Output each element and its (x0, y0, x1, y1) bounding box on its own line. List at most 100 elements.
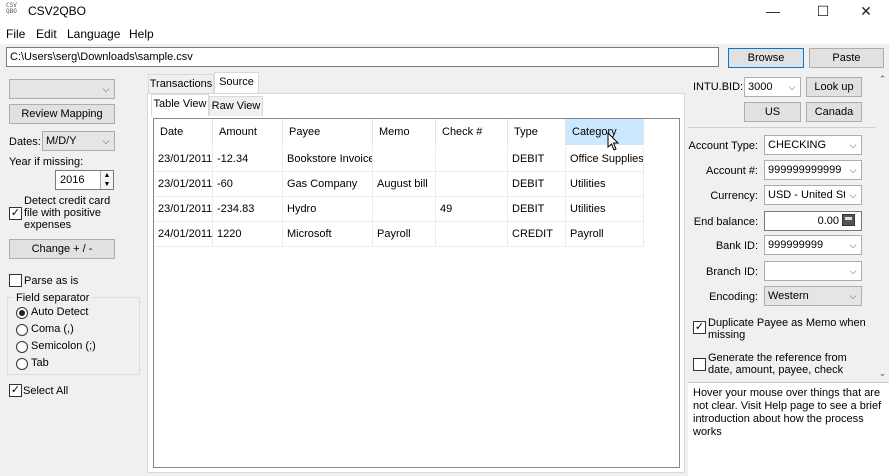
dates-format-select[interactable]: M/D/Y ⌵ (42, 131, 115, 151)
scroll-down-icon[interactable]: ⌄ (876, 368, 889, 380)
cell-type: CREDIT (508, 222, 566, 247)
minimize-icon[interactable]: — (750, 0, 796, 24)
currency-label: Currency: (710, 190, 758, 202)
end-balance-value: 0.00 (817, 215, 839, 227)
cell-date: 23/01/2011 (154, 197, 213, 222)
radio-tab[interactable] (16, 358, 28, 370)
intu-bid-select[interactable]: 3000 ⌵ (744, 77, 801, 97)
transactions-table: Date Amount Payee Memo Check # Type Cate… (153, 118, 680, 468)
radio-semicolon[interactable] (16, 341, 28, 353)
chevron-down-icon: ⌵ (784, 78, 800, 96)
generate-reference-label-1: Generate the reference from (708, 352, 847, 364)
select-all-label: Select All (23, 385, 69, 397)
bank-id-label: Bank ID: (715, 240, 758, 252)
cell-payee: Bookstore Invoice (283, 147, 373, 172)
table-row[interactable]: 24/01/2011 1220 Microsoft Payroll CREDIT… (154, 222, 644, 247)
encoding-label: Encoding: (709, 291, 758, 303)
maximize-icon[interactable]: ☐ (800, 0, 846, 24)
cell-memo (373, 147, 436, 172)
paste-button[interactable]: Paste (809, 48, 884, 68)
branch-id-label: Branch ID: (706, 266, 758, 278)
semicolon-label: Semicolon (;) (31, 340, 96, 352)
detect-cc-checkbox[interactable]: ✓ (9, 207, 22, 220)
menu-file[interactable]: File (6, 27, 25, 41)
right-scrollbar[interactable]: ⌃ ⌄ (876, 72, 889, 382)
menu-language[interactable]: Language (67, 27, 120, 41)
cell-payee: Microsoft (283, 222, 373, 247)
table-row[interactable]: 23/01/2011 -234.83 Hydro 49 DEBIT Utilit… (154, 197, 644, 222)
stepper-arrows-icon[interactable]: ▲ ▼ (100, 171, 113, 189)
account-type-select[interactable]: CHECKING ⌵ (764, 135, 862, 155)
review-mapping-button[interactable]: Review Mapping (9, 104, 115, 124)
cell-date: 23/01/2011 (154, 172, 213, 197)
dates-label: Dates: (9, 136, 41, 148)
bank-id-value: 999999999 (768, 239, 824, 251)
tab-raw-view[interactable]: Raw View (209, 96, 263, 116)
table-row[interactable]: 23/01/2011 -60 Gas Company August bill D… (154, 172, 644, 197)
generate-reference-checkbox[interactable] (693, 358, 706, 371)
table-row[interactable]: 23/01/2011 -12.34 Bookstore Invoice DEBI… (154, 147, 644, 172)
mapping-select[interactable]: ⌵ (9, 79, 115, 99)
cell-type: DEBIT (508, 172, 566, 197)
header-check[interactable]: Check # (436, 119, 508, 145)
tab-table-view[interactable]: Table View (151, 94, 209, 116)
cell-date: 24/01/2011 (154, 222, 213, 247)
cell-date: 23/01/2011 (154, 147, 213, 172)
browse-button[interactable]: Browse (728, 48, 804, 68)
account-number-select[interactable]: 999999999999 ⌵ (764, 160, 862, 180)
duplicate-payee-label-2: missing (708, 329, 746, 341)
file-path-input[interactable]: C:\Users\serg\Downloads\sample.csv (6, 47, 719, 67)
cell-memo (373, 197, 436, 222)
duplicate-payee-checkbox[interactable]: ✓ (693, 321, 706, 334)
menu-edit[interactable]: Edit (36, 27, 57, 41)
menu-help[interactable]: Help (129, 27, 154, 41)
header-date[interactable]: Date (154, 119, 213, 145)
tab-source[interactable]: Source (214, 72, 259, 94)
mouse-cursor-icon (607, 132, 620, 151)
canada-button[interactable]: Canada (806, 102, 862, 122)
account-number-label: Account #: (706, 165, 758, 177)
cell-category: Office Supplies (566, 147, 644, 172)
radio-coma[interactable] (16, 324, 28, 336)
header-category[interactable]: Category (566, 119, 644, 145)
header-memo[interactable]: Memo (373, 119, 436, 145)
us-button[interactable]: US (744, 102, 801, 122)
currency-select[interactable]: USD - United Sta ⌵ (764, 185, 862, 205)
encoding-value: Western (768, 290, 809, 302)
year-value: 2016 (60, 174, 85, 186)
cell-category: Utilities (566, 197, 644, 222)
chevron-down-icon: ⌵ (98, 80, 114, 98)
detect-cc-label-2: file with positive (24, 207, 102, 219)
header-amount[interactable]: Amount (213, 119, 283, 145)
account-type-value: CHECKING (768, 139, 827, 151)
bank-id-select[interactable]: 999999999 ⌵ (764, 235, 862, 255)
chevron-down-icon: ⌵ (845, 136, 861, 154)
change-sign-button[interactable]: Change + / - (9, 239, 115, 259)
intu-bid-value: 3000 (748, 81, 773, 93)
chevron-down-icon: ⌵ (98, 132, 114, 150)
header-payee[interactable]: Payee (283, 119, 373, 145)
detect-cc-label-3: expenses (24, 219, 72, 231)
radio-auto-detect[interactable] (16, 307, 28, 319)
look-up-button[interactable]: Look up (806, 77, 862, 97)
branch-id-select[interactable]: ⌵ (764, 261, 862, 281)
coma-label: Coma (,) (31, 323, 74, 335)
year-missing-label: Year if missing: (9, 156, 84, 168)
chevron-down-icon: ⌵ (845, 287, 861, 305)
currency-value: USD - United Sta (768, 189, 853, 201)
cell-payee: Hydro (283, 197, 373, 222)
help-text-box: Hover your mouse over things that are no… (688, 382, 889, 476)
header-type[interactable]: Type (508, 119, 566, 145)
scroll-up-icon[interactable]: ⌃ (876, 74, 889, 86)
calculator-icon[interactable] (842, 214, 855, 226)
field-separator-label: Field separator (14, 292, 92, 304)
tab-transactions[interactable]: Transactions (148, 74, 214, 94)
window-title: CSV2QBO (28, 4, 87, 18)
select-all-checkbox[interactable]: ✓ (9, 384, 22, 397)
encoding-select[interactable]: Western ⌵ (764, 286, 862, 306)
close-icon[interactable]: ✕ (843, 0, 889, 24)
end-balance-label: End balance: (693, 216, 758, 228)
cell-amount: -234.83 (213, 197, 283, 222)
chevron-down-icon: ⌵ (845, 236, 861, 254)
parse-as-is-checkbox[interactable] (9, 274, 22, 287)
